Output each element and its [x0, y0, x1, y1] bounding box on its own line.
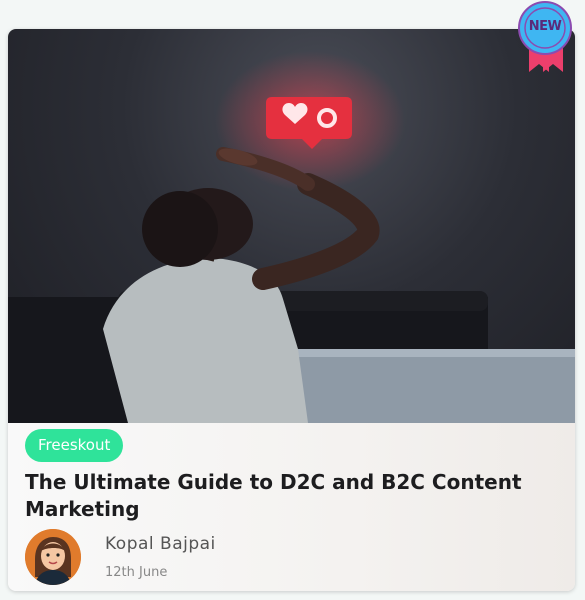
author-name[interactable]: Kopal Bajpai: [105, 534, 216, 554]
category-tag[interactable]: Freeskout: [25, 429, 124, 462]
hero-illustration: [8, 51, 575, 423]
article-title[interactable]: The Ultimate Guide to D2C and B2C Conten…: [25, 469, 545, 523]
author-avatar: [25, 529, 81, 585]
new-badge-label: NEW: [528, 19, 562, 34]
publish-date: 12th June: [105, 565, 168, 580]
article-card[interactable]: Freeskout The Ultimate Guide to D2C and …: [8, 29, 575, 591]
new-badge: NEW: [515, 0, 575, 74]
article-hero-image[interactable]: [8, 29, 575, 423]
